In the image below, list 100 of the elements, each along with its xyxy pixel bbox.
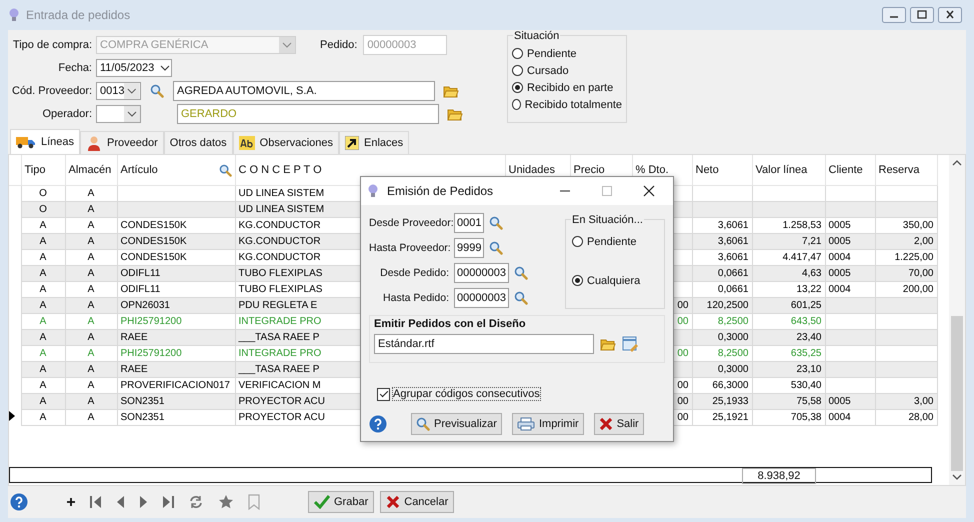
design-file-field[interactable]: Estándar.rtf — [374, 334, 594, 354]
tab[interactable]: Líneas — [10, 129, 80, 154]
range-label: Hasta Proveedor: — [369, 242, 449, 254]
search-icon[interactable] — [489, 216, 504, 230]
table-cell: A — [40, 300, 46, 311]
scroll-down-icon[interactable] — [952, 473, 962, 481]
table-cell: PROYECTOR ACU — [238, 396, 325, 407]
table-cell: 8,2500 — [718, 348, 748, 359]
table-cell: A — [88, 316, 94, 327]
table-cell: TUBO FLEXIPLAS — [238, 284, 322, 295]
radio-button[interactable] — [572, 236, 583, 247]
close-icon[interactable] — [938, 7, 962, 23]
radio-button[interactable] — [512, 99, 521, 110]
table-cell: A — [88, 268, 94, 279]
table-cell: A — [88, 348, 94, 359]
column-header[interactable]: Reserva — [875, 155, 937, 186]
scroll-up-icon[interactable] — [952, 159, 962, 167]
supplier-code-combo[interactable]: 0013 — [96, 82, 141, 100]
table-cell: 350,00 — [902, 220, 934, 231]
star-icon[interactable] — [218, 494, 234, 510]
scrollbar[interactable] — [949, 155, 965, 485]
date-picker[interactable]: 11/05/2023 — [96, 59, 172, 77]
table-cell: RAEE — [120, 364, 148, 375]
column-header[interactable]: Almacén — [65, 155, 117, 186]
radio-button[interactable] — [512, 48, 523, 59]
dialog-title: Emisión de Pedidos — [387, 184, 494, 198]
search-icon[interactable] — [514, 291, 528, 305]
supplier-name-field[interactable]: AGREDA AUTOMOVIL, S.A. — [173, 81, 435, 101]
last-record-icon[interactable] — [162, 495, 174, 509]
column-header[interactable]: Cliente — [825, 155, 875, 186]
table-cell: 66,3000 — [712, 380, 748, 391]
table-cell: 0004 — [828, 412, 851, 423]
table-cell: 00 — [677, 348, 688, 359]
table-cell: 2,00 — [914, 236, 934, 247]
edit-document-icon[interactable] — [622, 336, 638, 352]
tab[interactable]: Otros datos — [164, 131, 233, 154]
next-icon[interactable] — [139, 495, 148, 509]
table-cell: 8,2500 — [718, 316, 748, 327]
refresh-icon[interactable] — [188, 495, 204, 509]
add-icon[interactable] — [66, 497, 76, 507]
dialog-button[interactable]: Imprimir — [512, 413, 584, 435]
close-icon[interactable] — [643, 185, 655, 197]
range-field[interactable]: 0001 — [454, 213, 484, 233]
range-field[interactable]: 00000003 — [454, 288, 509, 308]
radio-button[interactable] — [512, 82, 523, 93]
table-cell: 0004 — [828, 284, 851, 295]
table-cell: A — [88, 284, 94, 295]
table-cell: ___TASA RAEE P — [238, 364, 320, 375]
bulb-icon — [8, 8, 20, 22]
operator-combo[interactable] — [96, 105, 141, 123]
table-cell: KG.CONDUCTOR — [238, 220, 321, 231]
range-field[interactable]: 00000003 — [454, 263, 509, 283]
search-icon[interactable] — [218, 164, 232, 176]
previous-icon[interactable] — [116, 495, 125, 509]
table-cell: KG.CONDUCTOR — [238, 236, 321, 247]
design-title: Emitir Pedidos con el Diseño — [374, 318, 527, 330]
check-icon — [314, 495, 330, 509]
radio-label: Pendiente — [527, 48, 577, 60]
minimize-icon[interactable] — [882, 7, 906, 23]
table-cell: 635,25 — [790, 348, 822, 359]
folder-icon[interactable] — [600, 338, 616, 350]
help-icon[interactable] — [369, 415, 387, 433]
cross-icon — [386, 495, 400, 509]
folder-icon[interactable] — [443, 84, 459, 98]
radio-button[interactable] — [572, 275, 583, 286]
table-cell: 28,00 — [908, 412, 934, 423]
table-cell: A — [40, 412, 46, 423]
first-record-icon[interactable] — [90, 495, 102, 509]
dialog-button[interactable]: Previsualizar — [411, 413, 502, 435]
table-cell: 25,1933 — [712, 396, 748, 407]
purchase-type-label: Tipo de compra: — [12, 39, 92, 51]
toolbar-button[interactable]: Cancelar — [380, 491, 454, 513]
table-cell: KG.CONDUCTOR — [238, 252, 321, 263]
search-icon[interactable] — [514, 266, 528, 280]
column-header[interactable]: Artículo — [117, 155, 235, 186]
column-header[interactable]: Valor línea — [752, 155, 825, 186]
search-icon[interactable] — [150, 84, 164, 98]
toolbar-button[interactable]: Grabar — [308, 491, 374, 513]
bulb-icon — [367, 184, 379, 198]
table-cell: 25,1921 — [712, 412, 748, 423]
table-cell: 3,6061 — [718, 252, 748, 263]
column-header[interactable]: Neto — [692, 155, 752, 186]
table-cell: 4,63 — [802, 268, 822, 279]
checkbox[interactable] — [377, 388, 390, 400]
range-field[interactable]: 9999 — [454, 238, 484, 258]
restore-icon[interactable] — [910, 7, 934, 23]
radio-button[interactable] — [512, 65, 523, 76]
column-header[interactable]: Tipo — [21, 155, 65, 186]
dialog-button[interactable]: Salir — [594, 413, 644, 435]
search-icon[interactable] — [489, 241, 504, 255]
total-value: 8.938,92 — [742, 468, 816, 484]
tab[interactable]: Proveedor — [80, 131, 164, 154]
help-icon[interactable] — [10, 493, 28, 511]
tab[interactable]: Observaciones — [232, 131, 340, 154]
folder-icon[interactable] — [447, 108, 463, 120]
table-cell: 13,22 — [796, 284, 822, 295]
table-cell: A — [88, 252, 94, 263]
table-cell: A — [40, 284, 46, 295]
tab[interactable]: Enlaces — [339, 131, 410, 154]
table-cell: A — [40, 220, 46, 231]
